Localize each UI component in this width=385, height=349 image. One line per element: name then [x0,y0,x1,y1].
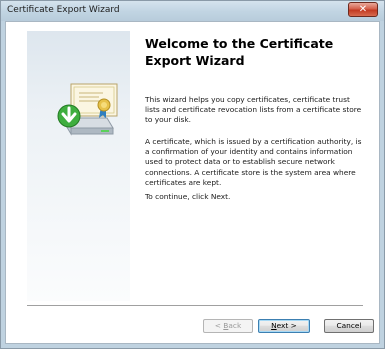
wizard-window: Certificate Export Wizard ✕ Welcome to t… [0,0,385,349]
close-button[interactable]: ✕ [348,2,378,17]
next-button-rest: ext > [276,321,297,330]
close-icon: ✕ [358,4,368,15]
wizard-body: Welcome to the Certificate Export Wizard… [5,21,380,344]
window-title: Certificate Export Wizard [7,5,120,15]
back-button[interactable]: < Back [203,319,253,333]
button-separator [27,305,363,307]
wizard-side-panel [27,31,130,301]
back-button-rest: ack [228,321,242,330]
continue-instruction: To continue, click Next. [145,192,231,201]
next-button[interactable]: Next > [258,319,310,333]
certificate-export-icon [57,83,118,136]
back-button-prefix: < [214,321,224,330]
cancel-button[interactable]: Cancel [324,319,374,333]
intro-paragraph: This wizard helps you copy certificates,… [145,95,362,125]
export-arrow [57,104,81,128]
certificate-description-paragraph: A certificate, which is issued by a cert… [145,137,362,187]
title-bar[interactable]: Certificate Export Wizard ✕ [1,1,384,21]
page-title: Welcome to the Certificate Export Wizard [145,36,334,68]
